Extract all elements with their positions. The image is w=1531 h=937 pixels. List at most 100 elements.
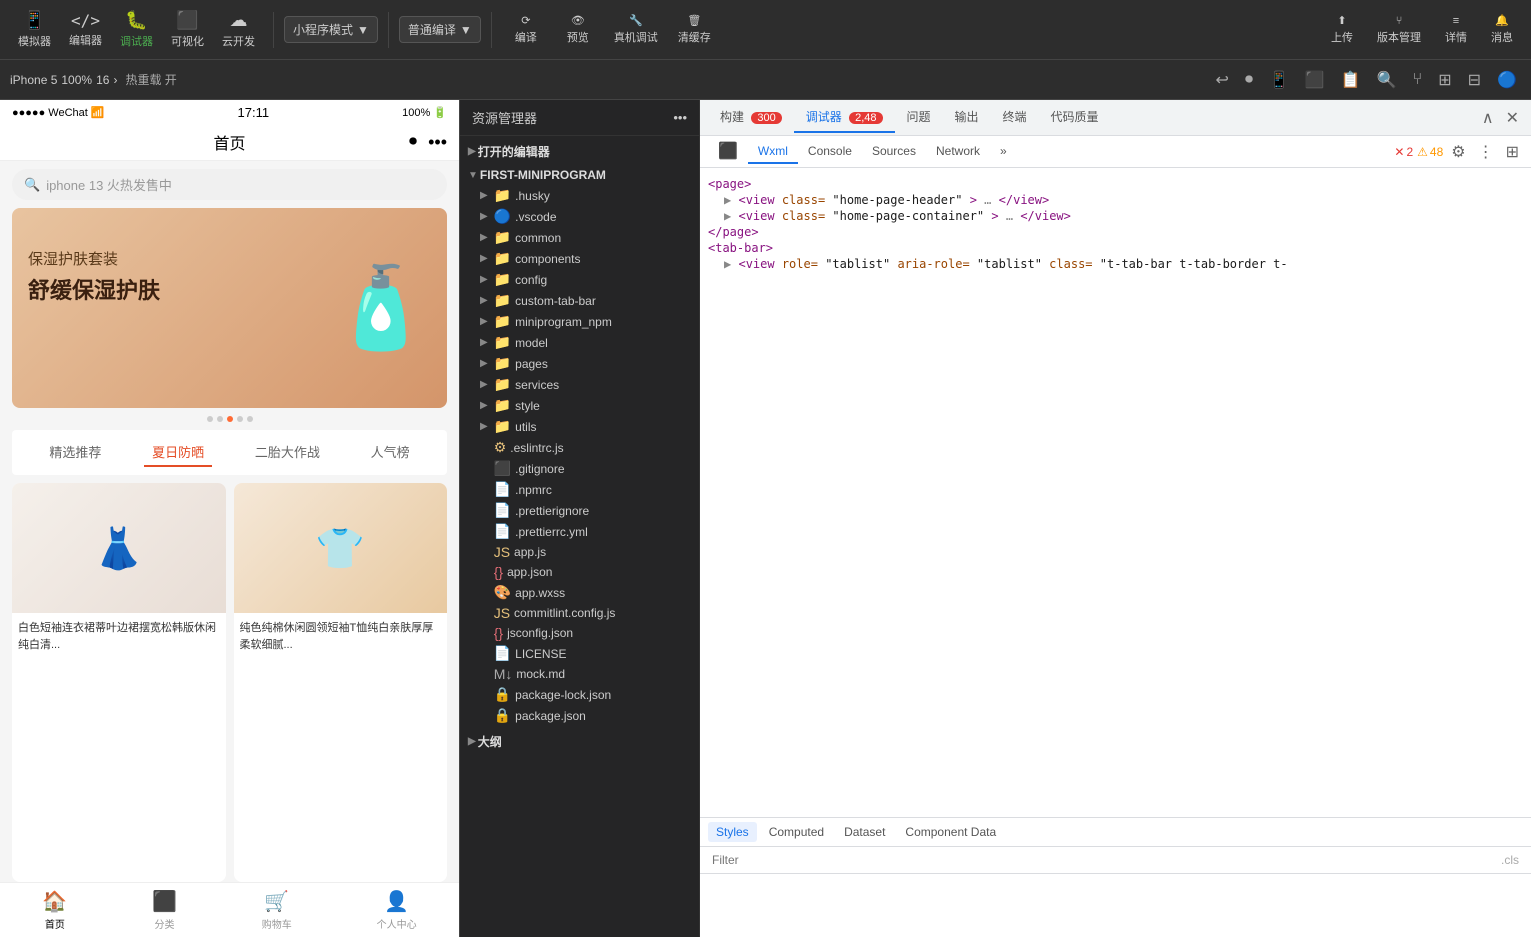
- expand-arrow-icon[interactable]: ▶: [724, 209, 731, 223]
- upload-btn[interactable]: ⬆ 上传: [1323, 10, 1361, 49]
- tree-item-style[interactable]: ▶ 📁 style: [460, 395, 699, 416]
- tree-item-eslintrc[interactable]: ▶ ⚙ .eslintrc.js: [460, 437, 699, 458]
- devtools-tab-problems[interactable]: 问题: [895, 102, 943, 133]
- dot-icon[interactable]: 🔵: [1493, 66, 1521, 94]
- debugger-mode-btn[interactable]: 🐛 调试器: [112, 6, 161, 53]
- sim-tab-3[interactable]: 人气榜: [363, 438, 418, 467]
- tree-item-prettierignore[interactable]: ▶ 📄 .prettierignore: [460, 500, 699, 521]
- tree-item-custom-tab[interactable]: ▶ 📁 custom-tab-bar: [460, 290, 699, 311]
- sim-search-bar[interactable]: 🔍 iphone 13 火热发售中: [12, 169, 447, 200]
- sim-dot-4: [237, 416, 243, 422]
- devtools-sec-tab-network[interactable]: Network: [926, 140, 990, 164]
- open-editors-header[interactable]: ▶ 打开的编辑器: [460, 140, 699, 163]
- sim-tab-1[interactable]: 夏日防晒: [144, 438, 212, 467]
- tree-item-appwxss[interactable]: ▶ 🎨 app.wxss: [460, 582, 699, 603]
- devtools-sec-tab-wxml-icon[interactable]: ⬛: [708, 137, 748, 167]
- device-selector[interactable]: iPhone 5 100% 16 ›: [10, 73, 117, 87]
- sim-product-1[interactable]: 👕 纯色纯棉休闲圆领短袖T恤纯白亲肤厚厚柔软细腻...: [234, 483, 448, 882]
- dom-line-header[interactable]: ▶ <view class= "home-page-header" > … </…: [708, 192, 1523, 208]
- compile-btn[interactable]: ⟳ 编译: [502, 10, 550, 49]
- tree-item-services[interactable]: ▶ 📁 services: [460, 374, 699, 395]
- devtools-tab-debugger[interactable]: 调试器 2,48: [794, 102, 895, 133]
- outline-header[interactable]: ▶ 大纲: [460, 730, 699, 753]
- tree-item-husky[interactable]: ▶ 📁 .husky: [460, 185, 699, 206]
- tree-item-pages[interactable]: ▶ 📁 pages: [460, 353, 699, 374]
- tree-item-package-json[interactable]: ▶ 🔒 package.json: [460, 705, 699, 726]
- tree-item-model[interactable]: ▶ 📁 model: [460, 332, 699, 353]
- devtools-tab-terminal[interactable]: 终端: [991, 102, 1039, 133]
- branch-icon[interactable]: ⑂: [1409, 67, 1427, 93]
- real-debug-btn[interactable]: 🔧 真机调试: [606, 10, 666, 49]
- tree-item-appjson[interactable]: ▶ {} app.json: [460, 562, 699, 582]
- preview-btn[interactable]: 👁 预览: [554, 10, 602, 49]
- tree-item-license[interactable]: ▶ 📄 LICENSE: [460, 643, 699, 664]
- devtools-tab-output[interactable]: 输出: [943, 102, 991, 133]
- copy-icon[interactable]: 📋: [1337, 66, 1365, 94]
- devtools-tab-quality[interactable]: 代码质量: [1039, 102, 1111, 133]
- more-tabs-icon[interactable]: »: [990, 140, 1017, 164]
- tree-item-gitignore[interactable]: ▶ ⬛ .gitignore: [460, 458, 699, 479]
- styles-tab-computed[interactable]: Computed: [761, 822, 832, 842]
- split-icon[interactable]: ⬛: [1301, 66, 1329, 94]
- version-btn[interactable]: ⑂ 版本管理: [1369, 11, 1429, 49]
- dock-icon[interactable]: ⊞: [1502, 140, 1523, 164]
- devtools-tab-build[interactable]: 构建 300: [708, 102, 794, 133]
- messages-btn[interactable]: 🔔 消息: [1483, 10, 1521, 49]
- styles-tab-dataset[interactable]: Dataset: [836, 822, 893, 842]
- tree-item-package-lock[interactable]: ▶ 🔒 package-lock.json: [460, 684, 699, 705]
- styles-tab-component-data[interactable]: Component Data: [897, 822, 1004, 842]
- tree-item-common[interactable]: ▶ 📁 common: [460, 227, 699, 248]
- sim-tab-0[interactable]: 精选推荐: [41, 438, 109, 467]
- mobile-icon[interactable]: 📱: [1265, 66, 1293, 94]
- chevron-up-icon[interactable]: ∧: [1478, 106, 1498, 130]
- mode-dropdown[interactable]: 小程序模式 ▼: [284, 16, 378, 43]
- tree-item-components[interactable]: ▶ 📁 components: [460, 248, 699, 269]
- tree-item-vscode[interactable]: ▶ 🔵 .vscode: [460, 206, 699, 227]
- devtools-sec-tab-sources[interactable]: Sources: [862, 140, 926, 164]
- refresh-icon[interactable]: ↩: [1212, 66, 1233, 94]
- devtools-sec-tab-wxml[interactable]: Wxml: [748, 140, 798, 164]
- tree-item-miniprogram-npm[interactable]: ▶ 📁 miniprogram_npm: [460, 311, 699, 332]
- tree-item-commitlint[interactable]: ▶ JS commitlint.config.js: [460, 603, 699, 623]
- root-folder-header[interactable]: ▼ FIRST-MINIPROGRAM: [460, 165, 699, 185]
- tree-item-config[interactable]: ▶ 📁 config: [460, 269, 699, 290]
- tree-item-mockmd[interactable]: ▶ M↓ mock.md: [460, 664, 699, 684]
- compile-dropdown[interactable]: 普通编译 ▼: [399, 16, 481, 43]
- expand-arrow-icon[interactable]: ▶: [724, 257, 731, 271]
- visual-mode-btn[interactable]: ⬛ 可视化: [163, 6, 212, 53]
- more-options-icon[interactable]: ⋮: [1474, 140, 1498, 164]
- tree-item-npmrc[interactable]: ▶ 📄 .npmrc: [460, 479, 699, 500]
- close-panel-icon[interactable]: ✕: [1502, 106, 1523, 130]
- dom-line-tabbar-view[interactable]: ▶ <view role= "tablist" aria-role= "tabl…: [708, 256, 1523, 272]
- styles-tab-styles[interactable]: Styles: [708, 822, 757, 842]
- editor-icon: </>: [71, 11, 100, 30]
- cloud-mode-btn[interactable]: ☁ 云开发: [214, 6, 263, 53]
- styles-filter-input[interactable]: [712, 853, 1497, 867]
- sim-product-0[interactable]: 👗 白色短袖连衣裙蒂叶边裙摆宽松韩版休闲纯白清...: [12, 483, 226, 882]
- stop-icon[interactable]: ⏺: [1241, 67, 1257, 93]
- sim-nav-profile[interactable]: 👤 个人中心: [377, 889, 417, 931]
- tree-item-utils[interactable]: ▶ 📁 utils: [460, 416, 699, 437]
- dropdown-arrow-icon: ▼: [357, 23, 369, 37]
- file-explorer-more-icon[interactable]: •••: [673, 110, 687, 125]
- sim-nav-category[interactable]: ⬛ 分类: [152, 889, 177, 931]
- devtools-sec-tab-console[interactable]: Console: [798, 140, 862, 164]
- clear-cache-btn[interactable]: 🗑 清缓存: [670, 10, 719, 49]
- grid2-icon[interactable]: ⊟: [1464, 66, 1485, 94]
- search-icon[interactable]: 🔍: [1373, 66, 1401, 94]
- grid1-icon[interactable]: ⊞: [1434, 66, 1455, 94]
- details-btn[interactable]: ≡ 详情: [1437, 11, 1475, 49]
- preview-icon: 👁: [571, 14, 585, 27]
- tree-item-appjs[interactable]: ▶ JS app.js: [460, 542, 699, 562]
- expand-arrow-icon[interactable]: ▶: [724, 193, 731, 207]
- settings-icon[interactable]: ⚙: [1447, 140, 1469, 164]
- tree-item-prettierrc[interactable]: ▶ 📄 .prettierrc.yml: [460, 521, 699, 542]
- sim-nav-cart[interactable]: 🛒 购物车: [262, 889, 292, 931]
- editor-mode-btn[interactable]: </> 编辑器: [61, 7, 110, 52]
- sim-nav-home[interactable]: 🏠 首页: [42, 889, 67, 931]
- simulator-mode-btn[interactable]: 📱 模拟器: [10, 6, 59, 53]
- sim-more-icon[interactable]: •••: [428, 132, 447, 153]
- tree-item-jsconfig[interactable]: ▶ {} jsconfig.json: [460, 623, 699, 643]
- dom-line-container[interactable]: ▶ <view class= "home-page-container" > ……: [708, 208, 1523, 224]
- sim-tab-2[interactable]: 二胎大作战: [247, 438, 328, 467]
